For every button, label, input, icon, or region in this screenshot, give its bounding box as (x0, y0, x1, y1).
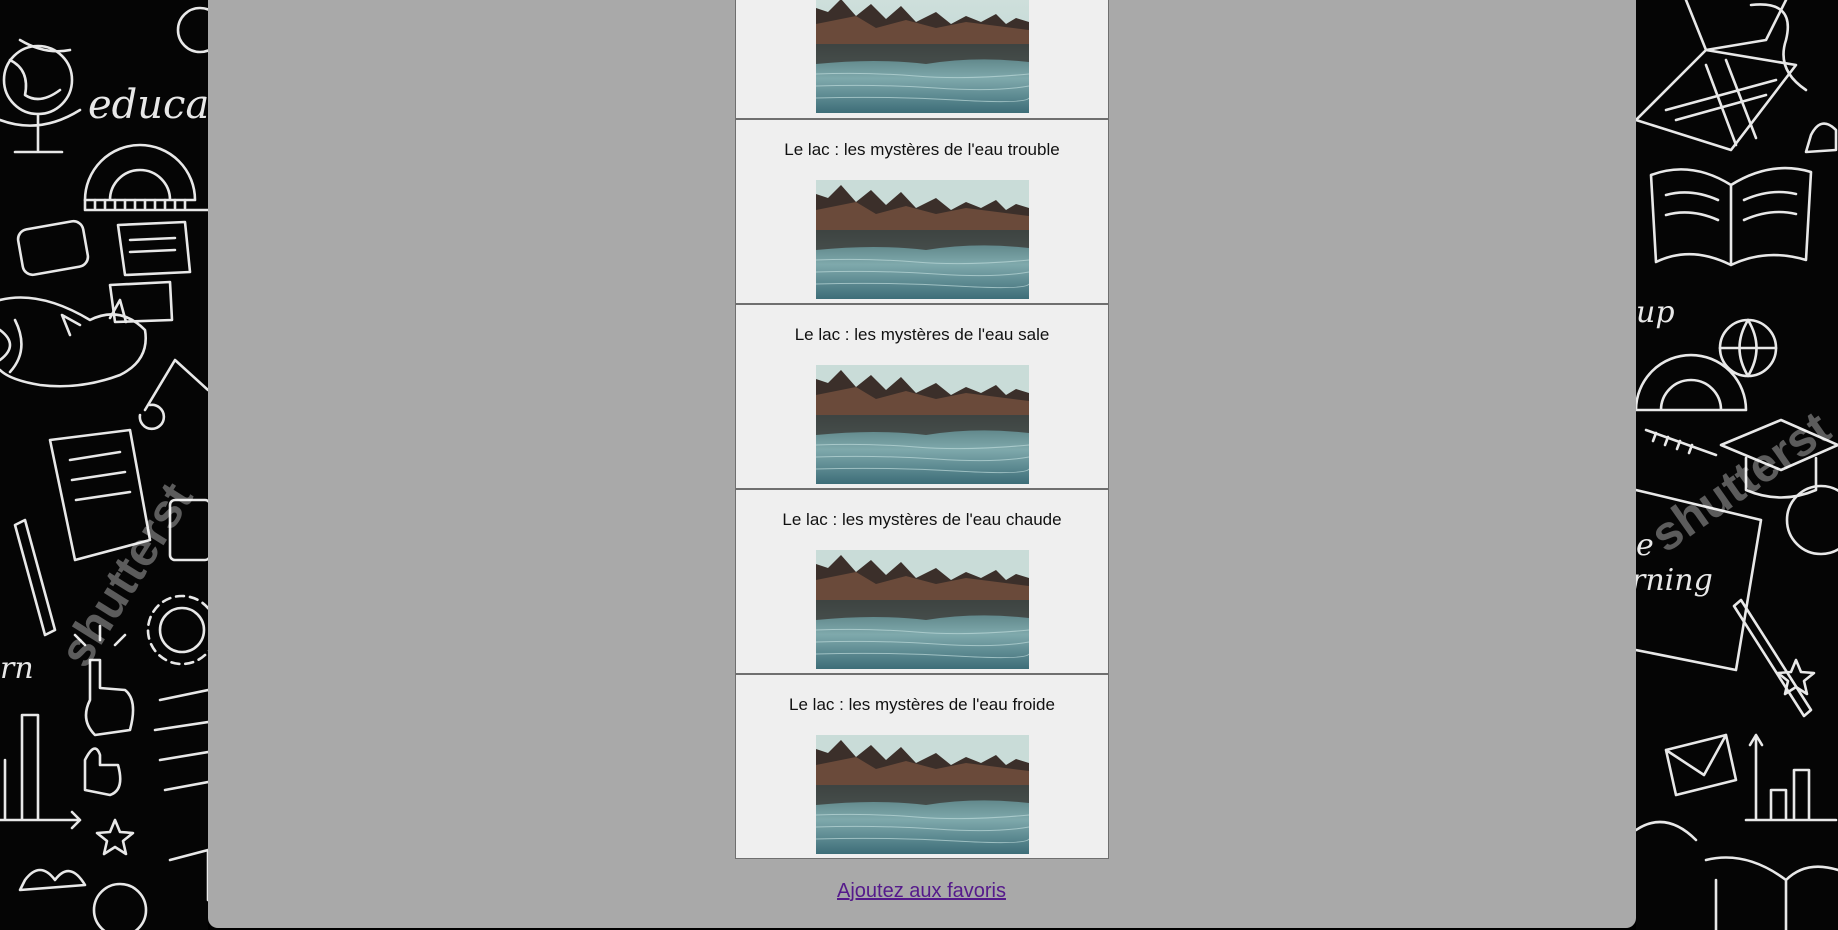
lake-photo[interactable] (816, 365, 1029, 484)
lake-image (816, 735, 1029, 854)
education-doodles-left: educat rn (0, 6, 208, 930)
add-to-favorites-link[interactable]: Ajoutez aux favoris (837, 880, 1006, 903)
article-list: Le lac : les mystères de l'eau trouble L… (735, 0, 1109, 859)
lake-image (816, 550, 1029, 669)
education-doodles-right: up e rning shutterst (1636, 0, 1838, 930)
lake-image (816, 180, 1029, 299)
lake-image (816, 365, 1029, 484)
lake-photo[interactable] (816, 550, 1029, 669)
decorative-background-right: up e rning shutterst (1636, 0, 1838, 930)
article-card[interactable]: Le lac : les mystères de l'eau froide (735, 674, 1109, 859)
article-card[interactable]: Le lac : les mystères de l'eau trouble (735, 119, 1109, 304)
lake-photo[interactable] (816, 180, 1029, 299)
article-title[interactable]: Le lac : les mystères de l'eau sale (736, 305, 1108, 345)
watermark-right: shutterst (1641, 402, 1838, 563)
article-title[interactable]: Le lac : les mystères de l'eau froide (736, 675, 1108, 715)
lake-photo[interactable] (816, 0, 1029, 113)
lake-image (816, 0, 1029, 113)
background-word-right-3: rning (1636, 563, 1713, 598)
lake-photo[interactable] (816, 735, 1029, 854)
background-word-left-2: rn (0, 651, 34, 686)
article-title[interactable]: Le lac : les mystères de l'eau chaude (736, 490, 1108, 530)
background-word-right-1: up (1636, 295, 1675, 330)
article-card[interactable] (735, 0, 1109, 119)
decorative-background-left: educat rn (0, 0, 208, 930)
watermark-left: shutterst (50, 474, 204, 676)
article-card[interactable]: Le lac : les mystères de l'eau sale (735, 304, 1109, 489)
article-card[interactable]: Le lac : les mystères de l'eau chaude (735, 489, 1109, 674)
background-word-left-1: educat (88, 82, 208, 128)
article-title[interactable]: Le lac : les mystères de l'eau trouble (736, 120, 1108, 160)
